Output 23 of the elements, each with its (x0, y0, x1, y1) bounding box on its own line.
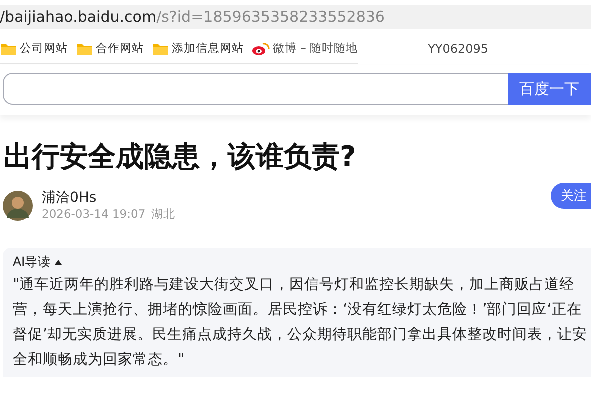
summary-text: "通车近两年的胜利路与建设大街交叉口，因信号灯和监控长期缺失，加上商贩占道经营，每天上演抢行、拥堵的惊险画面。居民控诉：‘没有红绿灯太危险！’部门回应‘正在督促’却无实质进展。民生痛点成持久战，公众期待职能部门拿出具体整改时间表，让安全和顺畅成为回家常态。" (13, 276, 589, 370)
follow-button[interactable]: 关注 (551, 182, 591, 208)
url-host: /baijiahao.baidu.com (0, 8, 157, 26)
publish-date: 2026-03-14 19:07 (42, 207, 146, 222)
url-path: /s?id=1859635358233552836 (156, 8, 385, 26)
profile-label: YY062095 (428, 42, 489, 56)
folder-icon (76, 42, 93, 56)
folder-icon (0, 42, 17, 56)
avatar (3, 190, 33, 220)
location: 湖北 (152, 207, 176, 222)
address-bar[interactable]: /baijiahao.baidu.com/s?id=1859635358233552836 (0, 5, 591, 29)
folder-icon (152, 42, 169, 56)
author-name[interactable]: 浦洽0Hs (42, 189, 551, 207)
bookmark[interactable]: 公司网站 (0, 41, 68, 56)
bookmark[interactable]: 微博 – 随时随地 (252, 41, 358, 56)
bookmark[interactable]: 合作网站 (76, 41, 144, 56)
bookmark[interactable]: 添加信息网站 (152, 41, 244, 56)
ai-summary-toggle[interactable]: AI导读 (13, 254, 62, 271)
caret-icon (55, 260, 62, 265)
search-field[interactable] (3, 73, 508, 105)
article-title: 出行安全成隐患，该谁负责? (4, 139, 358, 175)
search-button[interactable]: 百度一下 (508, 73, 591, 105)
eye-icon (252, 42, 270, 56)
